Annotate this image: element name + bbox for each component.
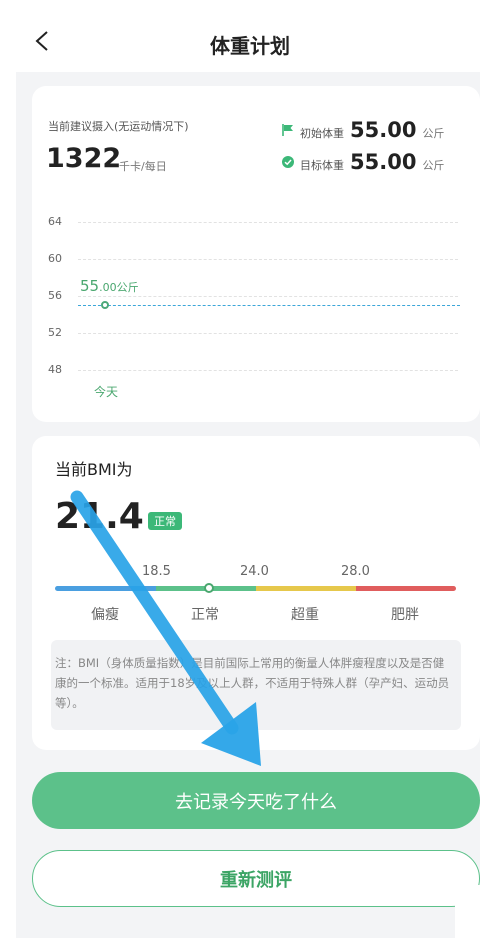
bmi-bar-underweight bbox=[55, 586, 156, 591]
y-tick: 52 bbox=[48, 326, 62, 339]
x-label-today: 今天 bbox=[94, 385, 119, 399]
target-weight-line bbox=[78, 305, 460, 306]
bmi-title: 当前BMI为 bbox=[55, 460, 133, 479]
flag-icon bbox=[282, 124, 293, 136]
record-food-button[interactable]: 去记录今天吃了什么 bbox=[32, 772, 480, 829]
target-weight-unit: 公斤 bbox=[422, 159, 445, 172]
bmi-category: 正常 bbox=[191, 607, 219, 623]
bmi-category: 超重 bbox=[291, 607, 319, 623]
grid-line bbox=[78, 333, 458, 334]
grid-line bbox=[78, 296, 458, 297]
corner-overlay bbox=[455, 885, 500, 938]
bmi-threshold: 18.5 bbox=[142, 564, 171, 579]
bmi-indicator bbox=[204, 583, 214, 593]
grid-line bbox=[78, 259, 458, 260]
bmi-category: 偏瘦 bbox=[91, 607, 119, 623]
bmi-note-text: 注：BMI（身体质量指数）是目前国际上常用的衡量人体胖瘦程度以及是否健康的一个标… bbox=[55, 656, 450, 710]
current-weight-decimal: .00 bbox=[99, 281, 117, 294]
current-weight-unit: 公斤 bbox=[116, 281, 139, 294]
current-weight-label: 55.00公斤 bbox=[80, 276, 139, 295]
target-weight-label: 目标体重 bbox=[300, 159, 344, 172]
bmi-value: 21.4 bbox=[55, 496, 144, 537]
y-tick: 64 bbox=[48, 215, 62, 228]
target-weight-row: 目标体重 55.00 公斤 bbox=[282, 150, 444, 174]
bmi-category: 肥胖 bbox=[391, 607, 419, 623]
bmi-bar-obese bbox=[356, 586, 456, 591]
y-tick: 48 bbox=[48, 363, 62, 376]
grid-line bbox=[78, 370, 458, 371]
header: 体重计划 bbox=[0, 0, 500, 80]
initial-weight-label: 初始体重 bbox=[300, 127, 344, 140]
intake-label: 当前建议摄入(无运动情况下) bbox=[48, 120, 189, 133]
initial-weight-row: 初始体重 55.00 公斤 bbox=[282, 118, 444, 142]
weight-data-point bbox=[101, 301, 109, 309]
y-tick: 56 bbox=[48, 289, 62, 302]
bmi-bar-overweight bbox=[256, 586, 356, 591]
initial-weight-unit: 公斤 bbox=[422, 127, 445, 140]
current-weight-value: 55 bbox=[80, 277, 100, 295]
intake-value: 1322 bbox=[46, 143, 122, 174]
target-weight-value: 55.00 bbox=[350, 150, 417, 174]
bmi-status-badge: 正常 bbox=[148, 512, 182, 530]
initial-weight-value: 55.00 bbox=[350, 118, 417, 142]
reassess-button[interactable]: 重新测评 bbox=[32, 850, 480, 907]
y-tick: 60 bbox=[48, 252, 62, 265]
grid-line bbox=[78, 222, 458, 223]
bmi-threshold: 28.0 bbox=[341, 564, 370, 579]
target-check-icon bbox=[282, 156, 294, 168]
intake-unit: 千卡/每日 bbox=[119, 160, 167, 173]
bmi-threshold: 24.0 bbox=[240, 564, 269, 579]
page-title: 体重计划 bbox=[210, 34, 290, 58]
